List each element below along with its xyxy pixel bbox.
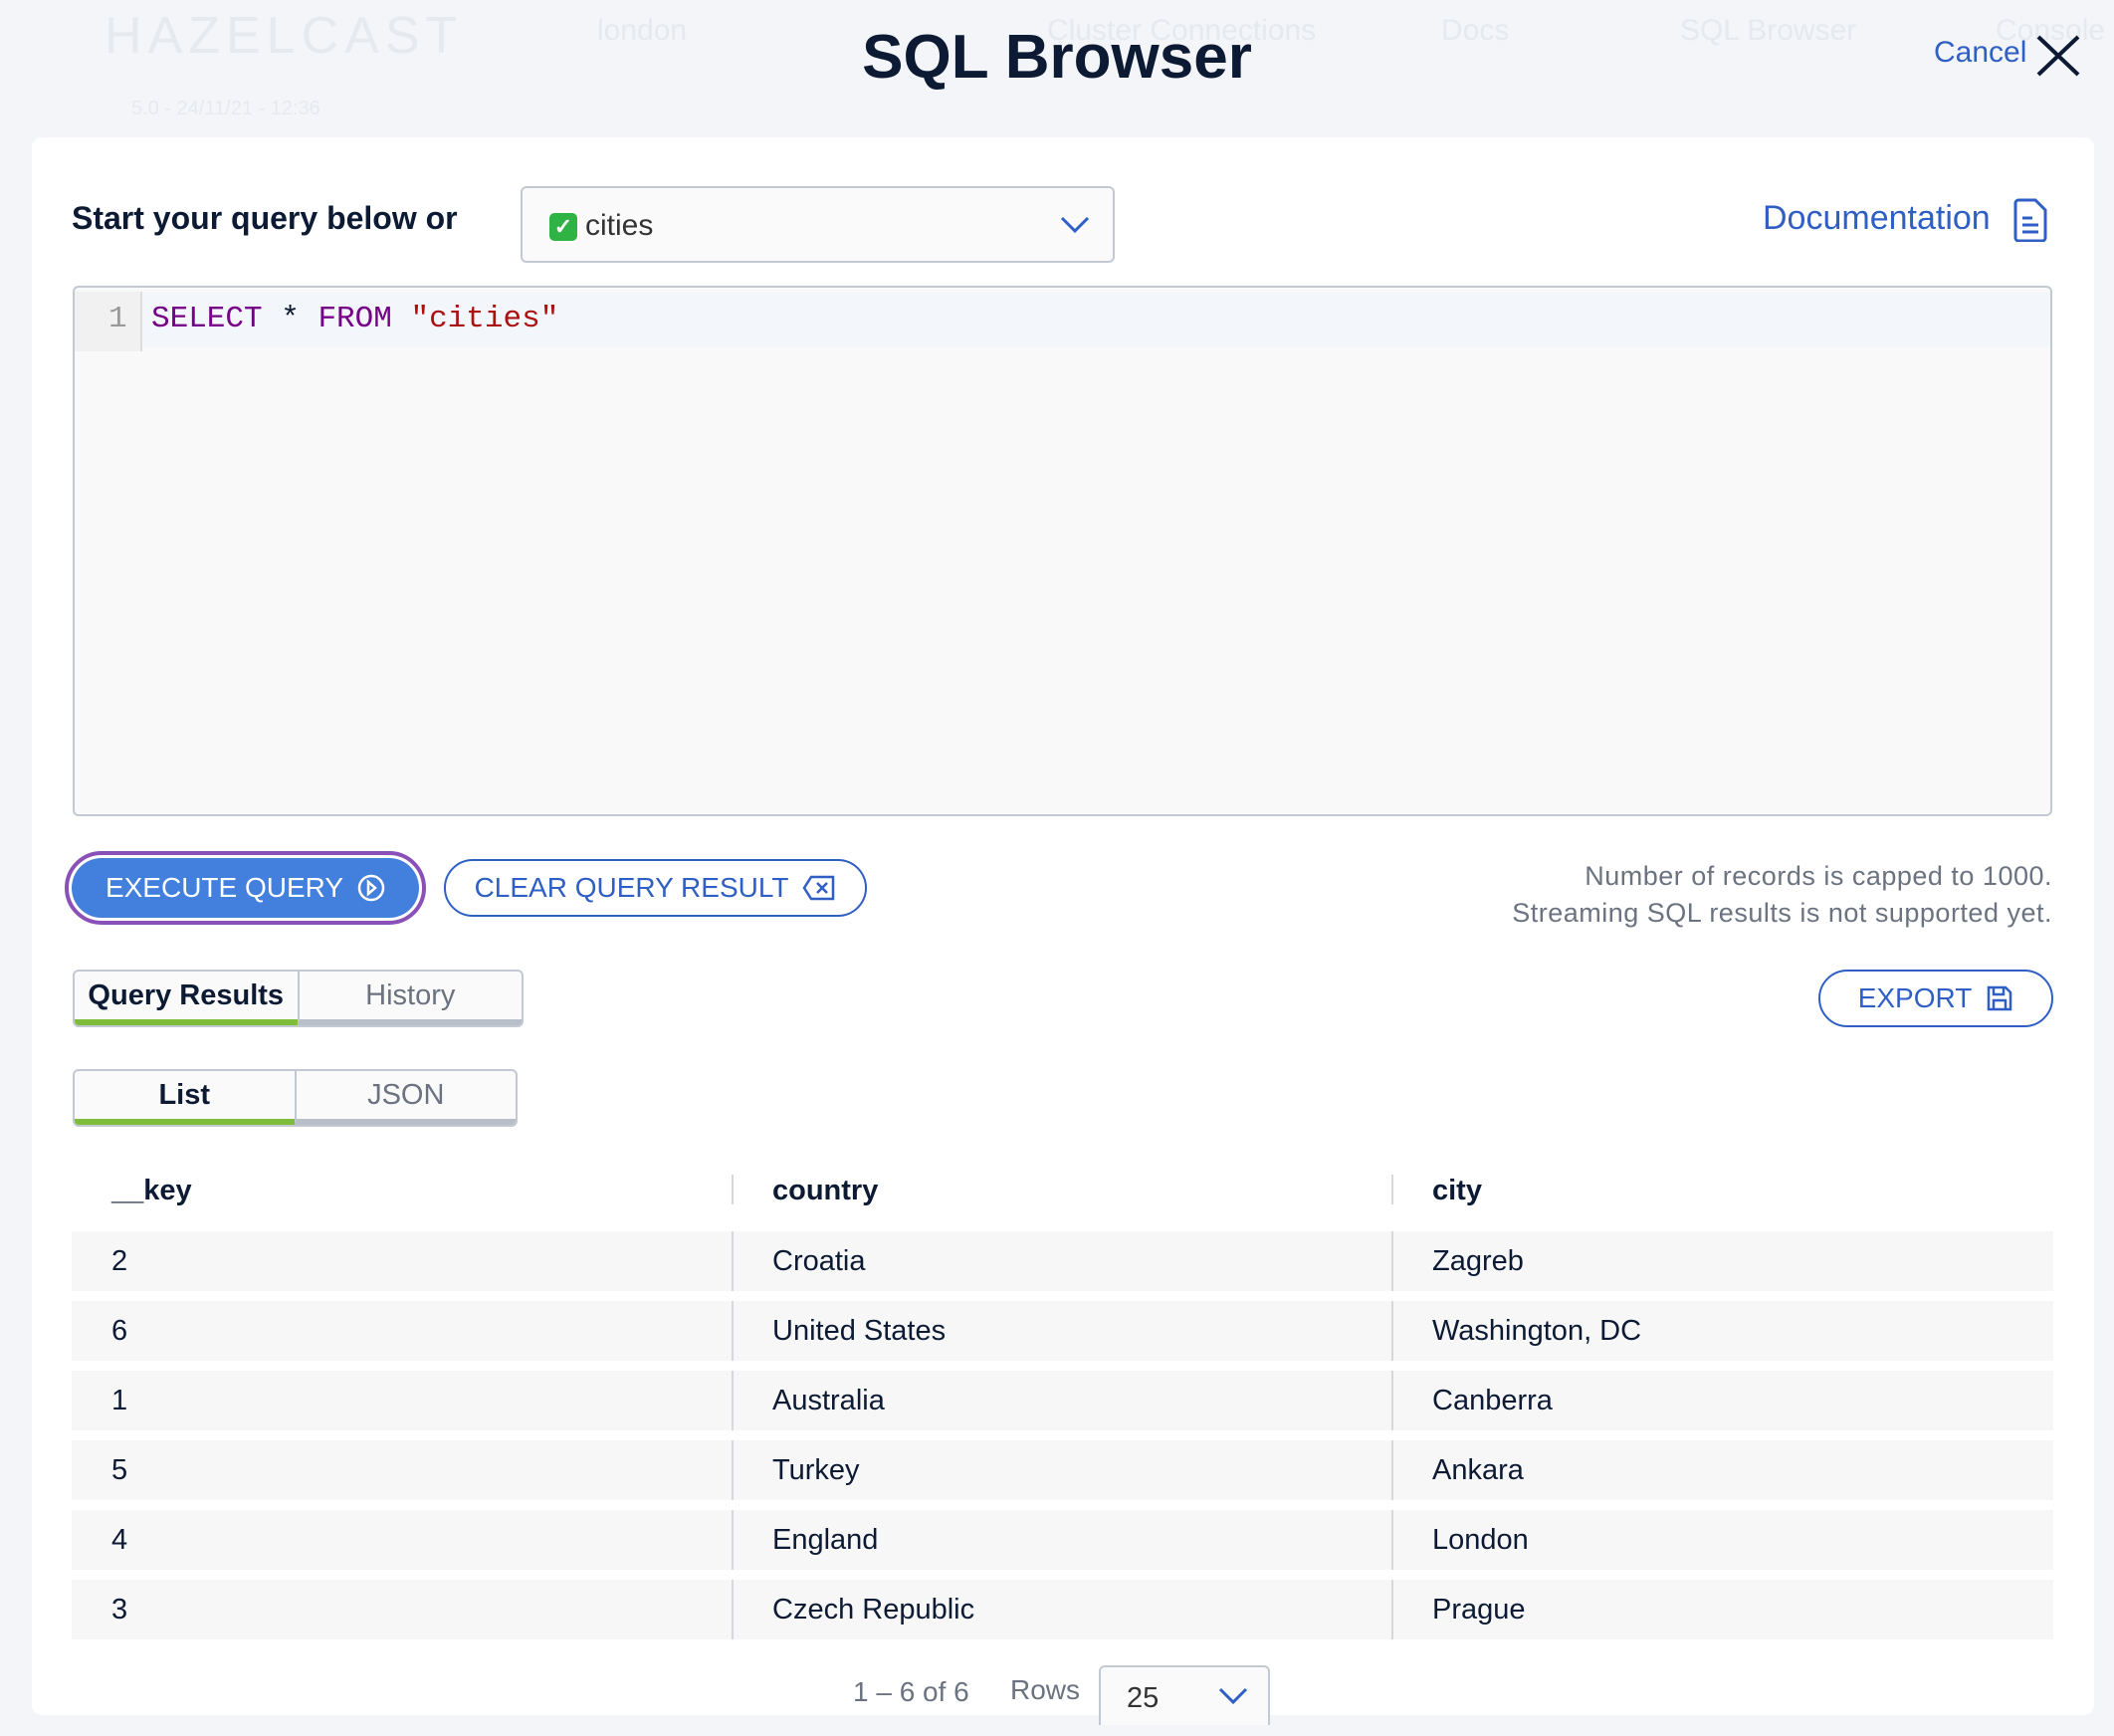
operator-token: * (262, 302, 318, 336)
cancel-link[interactable]: Cancel (1934, 36, 2026, 70)
table-cell-key: 6 (111, 1315, 128, 1347)
tab-list[interactable]: List (75, 1071, 295, 1125)
column-divider (1391, 1510, 1393, 1570)
table-cell-city: London (1432, 1524, 1529, 1556)
table-row[interactable]: 1 Australia Canberra (72, 1371, 2053, 1430)
table-cell-key: 1 (111, 1385, 128, 1416)
table-cell-key: 3 (111, 1594, 128, 1626)
records-notice: Number of records is capped to 1000. Str… (1512, 858, 2052, 932)
export-button[interactable]: EXPORT (1818, 970, 2053, 1027)
column-divider (1391, 1231, 1393, 1291)
table-cell-key: 4 (111, 1524, 128, 1556)
chevron-down-icon (1218, 1687, 1248, 1705)
column-divider (1391, 1371, 1393, 1430)
column-header-key[interactable]: __key (111, 1175, 192, 1207)
column-header-city[interactable]: city (1432, 1175, 1482, 1207)
clear-label: CLEAR QUERY RESULT (474, 872, 789, 903)
map-select-value: cities (585, 209, 654, 242)
column-divider (732, 1440, 734, 1500)
table-cell-country: Turkey (772, 1454, 860, 1486)
table-row[interactable]: 4 England London (72, 1510, 2053, 1570)
pagination-range: 1 – 6 of 6 (853, 1676, 969, 1707)
table-cell-country: Australia (772, 1385, 885, 1416)
check-box-icon: ✓ (549, 213, 577, 241)
rows-per-page-select[interactable]: 25 (1099, 1665, 1270, 1725)
column-divider (732, 1580, 734, 1639)
backspace-icon (802, 875, 835, 901)
string-token: "cities" (410, 302, 559, 336)
code-line: SELECT * FROM "cities" (151, 302, 558, 336)
table-row[interactable]: 3 Czech Republic Prague (72, 1580, 2053, 1639)
table-cell-key: 2 (111, 1245, 128, 1277)
execute-focus-ring: EXECUTE QUERY (65, 851, 426, 925)
save-icon (1988, 985, 2012, 1011)
execute-query-button[interactable]: EXECUTE QUERY (72, 858, 419, 918)
notice-line: Number of records is capped to 1000. (1585, 861, 2052, 891)
chevron-down-icon (1060, 216, 1090, 234)
column-header-country[interactable]: country (772, 1175, 878, 1207)
table-cell-city: Prague (1432, 1594, 1526, 1626)
rows-label: Rows (1010, 1674, 1081, 1705)
close-icon[interactable] (2035, 34, 2081, 78)
tab-history[interactable]: History (297, 972, 522, 1025)
column-divider (1391, 1440, 1393, 1500)
keyword-token: SELECT (151, 302, 263, 336)
table-cell-city: Zagreb (1432, 1245, 1524, 1277)
rows-per-page-value: 25 (1127, 1682, 1160, 1714)
table-cell-country: Czech Republic (772, 1594, 975, 1626)
table-row[interactable]: 5 Turkey Ankara (72, 1440, 2053, 1500)
table-cell-key: 5 (111, 1454, 128, 1486)
table-cell-city: Washington, DC (1432, 1315, 1642, 1347)
map-select[interactable]: ✓ cities (521, 186, 1115, 263)
column-divider (732, 1371, 734, 1430)
play-circle-icon (357, 874, 385, 902)
table-row[interactable]: 2 Croatia Zagreb (72, 1231, 2053, 1291)
query-label: Start your query below or (72, 200, 458, 236)
table-cell-country: United States (772, 1315, 947, 1347)
keyword-token: FROM (317, 302, 392, 336)
table-cell-country: Croatia (772, 1245, 866, 1277)
line-number: 1 (108, 302, 127, 336)
clear-query-result-button[interactable]: CLEAR QUERY RESULT (444, 859, 867, 917)
export-label: EXPORT (1857, 982, 1973, 1013)
column-divider (732, 1301, 734, 1361)
tab-query-results[interactable]: Query Results (75, 972, 298, 1025)
view-tabs: List JSON (73, 1069, 518, 1127)
table-cell-city: Canberra (1432, 1385, 1553, 1416)
column-divider (732, 1175, 734, 1204)
table-cell-country: England (772, 1524, 879, 1556)
execute-label: EXECUTE QUERY (105, 872, 344, 903)
column-divider (732, 1510, 734, 1570)
version-label: 5.0 - 24/11/21 - 12:36 (131, 98, 320, 119)
column-divider (1391, 1175, 1393, 1204)
result-tabs: Query Results History (73, 970, 524, 1027)
documentation-link[interactable]: Documentation (1763, 199, 1991, 238)
sql-editor[interactable]: 1 SELECT * FROM "cities" (73, 286, 2052, 816)
page-title: SQL Browser (862, 23, 1252, 92)
column-divider (732, 1231, 734, 1291)
table-cell-city: Ankara (1432, 1454, 1524, 1486)
column-divider (1391, 1301, 1393, 1361)
notice-line: Streaming SQL results is not supported y… (1512, 898, 2052, 928)
document-icon[interactable] (2012, 198, 2048, 242)
table-row[interactable]: 6 United States Washington, DC (72, 1301, 2053, 1361)
tab-json[interactable]: JSON (294, 1071, 516, 1125)
column-divider (1391, 1580, 1393, 1639)
